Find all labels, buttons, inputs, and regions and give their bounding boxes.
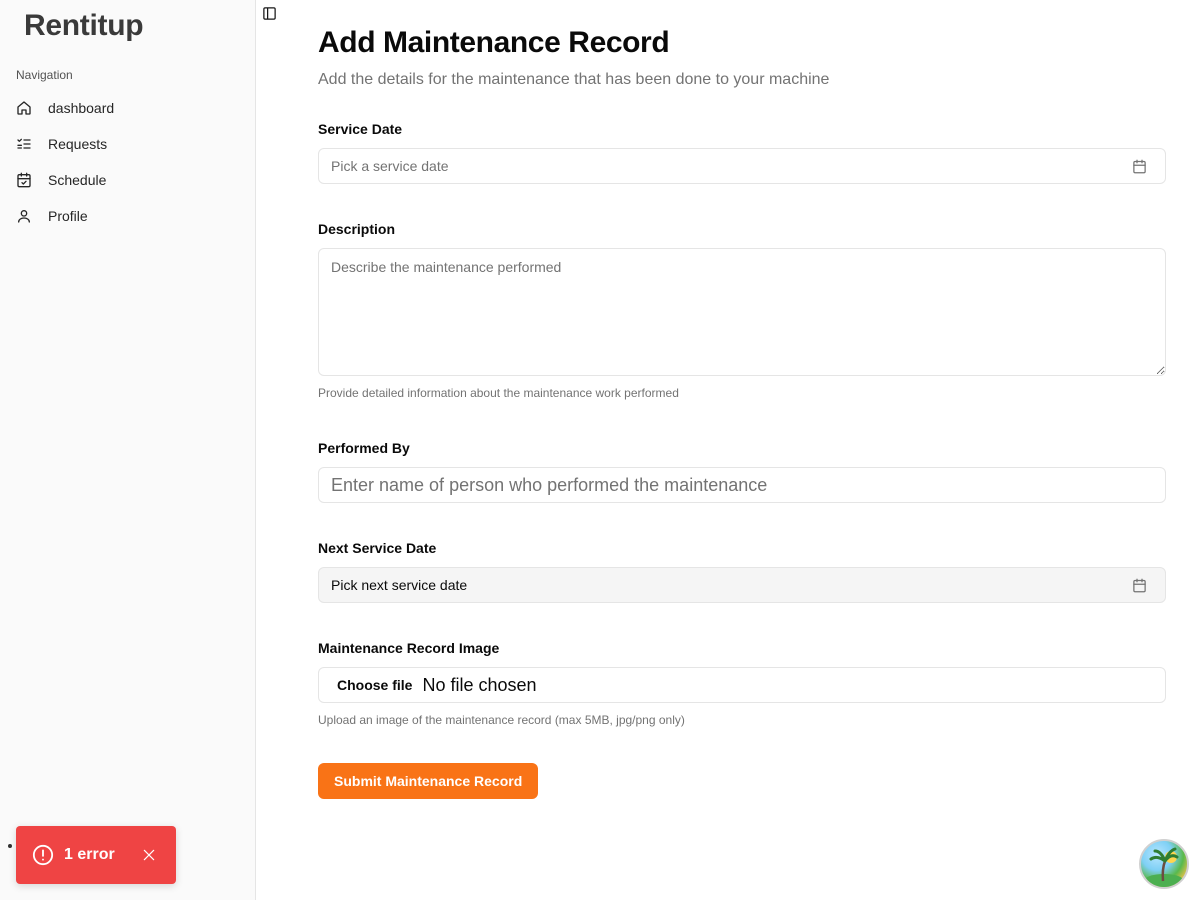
toast-text: 1 error	[64, 846, 115, 863]
sidebar-toggle-button[interactable]	[262, 6, 278, 22]
description-helper: Provide detailed information about the m…	[318, 386, 679, 400]
error-toast[interactable]: 1 error	[16, 826, 176, 884]
next-service-date-picker[interactable]: Pick next service date	[318, 567, 1166, 603]
alert-circle-icon	[32, 844, 54, 866]
calendar-icon	[1132, 578, 1148, 594]
sidebar: Rentitup Navigation dashboard Requests S…	[0, 0, 256, 900]
page-subtitle: Add the details for the maintenance that…	[318, 71, 830, 88]
nav-group-label: Navigation	[16, 68, 73, 82]
performed-by-label: Performed By	[318, 440, 410, 456]
service-date-placeholder: Pick a service date	[331, 158, 449, 174]
brand-logo[interactable]: Rentitup	[24, 9, 144, 43]
submit-button[interactable]: Submit Maintenance Record	[318, 763, 539, 799]
calendar-icon	[1132, 159, 1148, 175]
list-checks-icon	[16, 136, 32, 152]
sidebar-item-label: dashboard	[48, 100, 115, 116]
image-label: Maintenance Record Image	[318, 640, 500, 656]
calendar-check-icon	[16, 172, 32, 188]
status-dot	[8, 844, 12, 848]
sidebar-item-requests[interactable]: Requests	[8, 126, 248, 162]
file-status: No file chosen	[422, 674, 537, 695]
user-icon	[16, 208, 32, 224]
sidebar-item-label: Requests	[48, 136, 108, 152]
service-date-label: Service Date	[318, 121, 403, 137]
home-icon	[16, 100, 32, 116]
sidebar-item-schedule[interactable]: Schedule	[8, 162, 248, 198]
sidebar-item-label: Schedule	[48, 172, 107, 188]
sidebar-item-profile[interactable]: Profile	[8, 198, 248, 234]
image-helper: Upload an image of the maintenance recor…	[318, 713, 685, 727]
panel-left-icon	[262, 7, 277, 25]
next-service-date-label: Next Service Date	[318, 540, 437, 556]
description-textarea[interactable]	[318, 248, 1166, 376]
next-service-date-value: Pick next service date	[331, 577, 468, 593]
service-date-picker[interactable]: Pick a service date	[318, 148, 1166, 184]
file-input[interactable]: Choose file No file chosen	[318, 667, 1166, 703]
choose-file-button[interactable]: Choose file	[337, 677, 412, 693]
avatar[interactable]	[1139, 839, 1189, 889]
page-title: Add Maintenance Record	[318, 26, 670, 59]
sidebar-item-dashboard[interactable]: dashboard	[8, 90, 248, 126]
nav-list: dashboard Requests Schedule Profile	[8, 90, 248, 234]
palm-tree-icon	[1144, 847, 1184, 887]
close-icon[interactable]	[142, 848, 156, 862]
performed-by-input[interactable]	[318, 467, 1166, 503]
sidebar-item-label: Profile	[48, 208, 88, 224]
description-label: Description	[318, 221, 396, 237]
